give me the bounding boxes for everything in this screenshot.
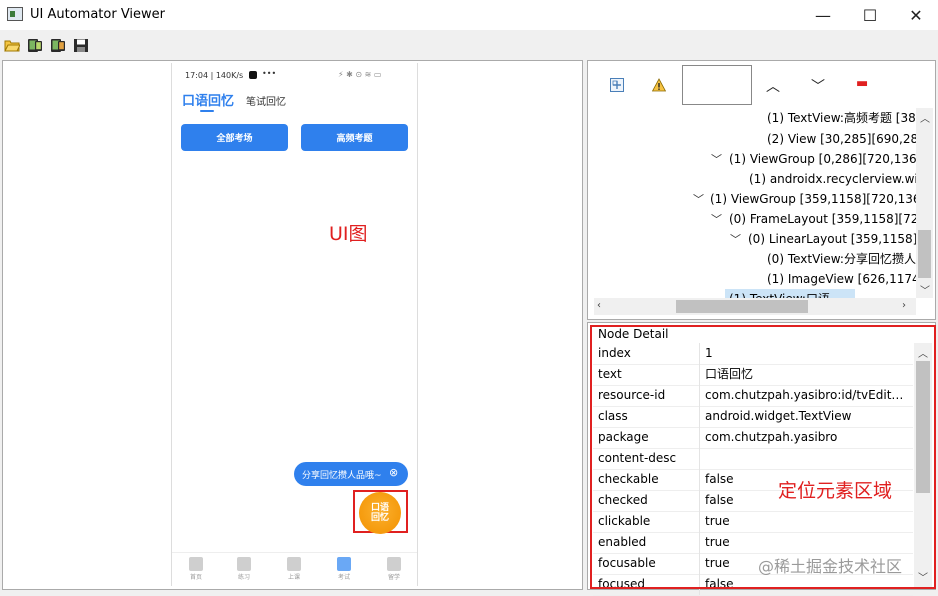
status-time: 17:04 | 140K/s	[185, 71, 244, 80]
window-title: UI Automator Viewer	[30, 7, 166, 22]
status-dots: •••	[262, 69, 277, 78]
fab-label-line2: 回忆	[370, 513, 389, 523]
previous-match-button[interactable]: ︿	[766, 76, 780, 96]
scroll-right-icon[interactable]: ›	[902, 300, 906, 311]
class-icon	[287, 557, 301, 571]
tree-node[interactable]: (0) LinearLayout [359,1158][6	[748, 229, 916, 249]
search-input[interactable]	[682, 65, 752, 105]
chevron-down-icon: ﹀	[711, 153, 722, 166]
fab-label-line1: 口语	[370, 503, 389, 513]
nav-practice[interactable]: 练习	[224, 557, 264, 581]
scroll-down-icon[interactable]: ﹀	[920, 282, 930, 297]
exam-icon	[337, 557, 351, 571]
scroll-up-icon[interactable]: ︿	[920, 110, 930, 125]
node-detail-highlight	[590, 325, 936, 589]
tab-indicator	[200, 110, 214, 112]
maximize-button[interactable]: ☐	[847, 0, 893, 30]
ui-annotation-label: UI图	[329, 223, 368, 245]
hierarchy-tree[interactable]: (1) TextView:高频考题 [380 (2) View [30,285]…	[594, 108, 916, 298]
spoken-recall-fab[interactable]: 口语 回忆	[359, 492, 401, 534]
tree-horizontal-scrollbar[interactable]: ‹ ›	[594, 298, 916, 315]
tiktok-icon	[249, 71, 257, 79]
save-icon[interactable]	[73, 38, 89, 53]
tree-node[interactable]: (1) TextView:高频考题 [380	[767, 108, 916, 128]
watermark: @稀土掘金技术社区	[758, 557, 903, 576]
tree-node-expander[interactable]: ﹀	[711, 149, 722, 170]
tree-node-expander[interactable]: ﹀	[730, 229, 741, 250]
nav-class[interactable]: 上课	[274, 557, 314, 581]
tab-spoken-recall[interactable]: 口语回忆	[182, 90, 234, 109]
tree-node[interactable]: (0) FrameLayout [359,1158][720,	[729, 209, 916, 229]
close-circle-icon[interactable]: ⊗	[389, 466, 398, 479]
study-abroad-icon	[387, 557, 401, 571]
tree-hscroll-thumb[interactable]	[676, 300, 808, 313]
chevron-down-icon: ﹀	[711, 213, 722, 226]
nav-study-abroad[interactable]: 留学	[374, 557, 414, 581]
all-exams-button[interactable]: 全部考场	[181, 124, 288, 151]
tree-vertical-scrollbar[interactable]: ︿ ﹀	[916, 108, 933, 298]
tree-node[interactable]: (2) View [30,285][690,286]	[767, 129, 916, 149]
tree-node[interactable]: (0) TextView:分享回忆攒人	[767, 249, 916, 269]
minimize-button[interactable]: —	[800, 0, 846, 30]
home-icon	[189, 557, 203, 571]
nav-home[interactable]: 首页	[176, 557, 216, 581]
status-icons: ⚡ ✱ ⊙ ≋ ▭	[338, 70, 382, 79]
device-screenshot-compressed-icon[interactable]	[50, 38, 66, 53]
share-bubble[interactable]: 分享回忆攒人品哦~ ⊗	[294, 462, 408, 486]
tree-node[interactable]: (1) ViewGroup [0,286][720,1369]	[729, 149, 916, 169]
tree-node-expander[interactable]: ﹀	[693, 189, 704, 210]
next-match-button[interactable]: ﹀	[811, 76, 825, 96]
practice-icon	[237, 557, 251, 571]
locate-region-annotation: 定位元素区域	[778, 480, 893, 502]
folder-open-icon[interactable]	[4, 38, 21, 53]
device-screenshot[interactable]: 17:04 | 140K/s ••• ⚡ ✱ ⊙ ≋ ▭ 口语回忆 笔试回忆 全…	[171, 63, 418, 586]
chevron-down-icon: ﹀	[693, 193, 704, 206]
tree-node-expander[interactable]: ﹀	[711, 209, 722, 230]
scroll-left-icon[interactable]: ‹	[597, 300, 601, 311]
tree-node[interactable]: (1) androidx.recyclerview.widg	[749, 169, 916, 189]
share-bubble-text: 分享回忆攒人品哦~	[302, 471, 382, 481]
toolbar	[0, 30, 938, 60]
clear-search-button[interactable]: ▬	[856, 76, 868, 91]
device-screenshot-icon[interactable]	[27, 38, 43, 53]
expand-all-icon[interactable]	[610, 78, 624, 92]
tree-node[interactable]: (1) ViewGroup [359,1158][720,1369	[710, 189, 916, 209]
tree-node[interactable]: (1) ImageView [626,1174]	[767, 269, 916, 289]
tree-vscroll-thumb[interactable]	[918, 230, 931, 278]
tab-written-recall[interactable]: 笔试回忆	[246, 93, 286, 108]
tree-node-selected[interactable]: (1) TextView:口语	[725, 289, 855, 298]
chevron-down-icon: ﹀	[730, 233, 741, 246]
app-icon	[7, 7, 23, 21]
warning-icon[interactable]	[651, 78, 667, 92]
close-button[interactable]: ✕	[893, 0, 938, 30]
nav-exam[interactable]: 考试	[324, 557, 364, 581]
nav-divider	[172, 552, 417, 553]
high-freq-button[interactable]: 高频考题	[301, 124, 408, 151]
